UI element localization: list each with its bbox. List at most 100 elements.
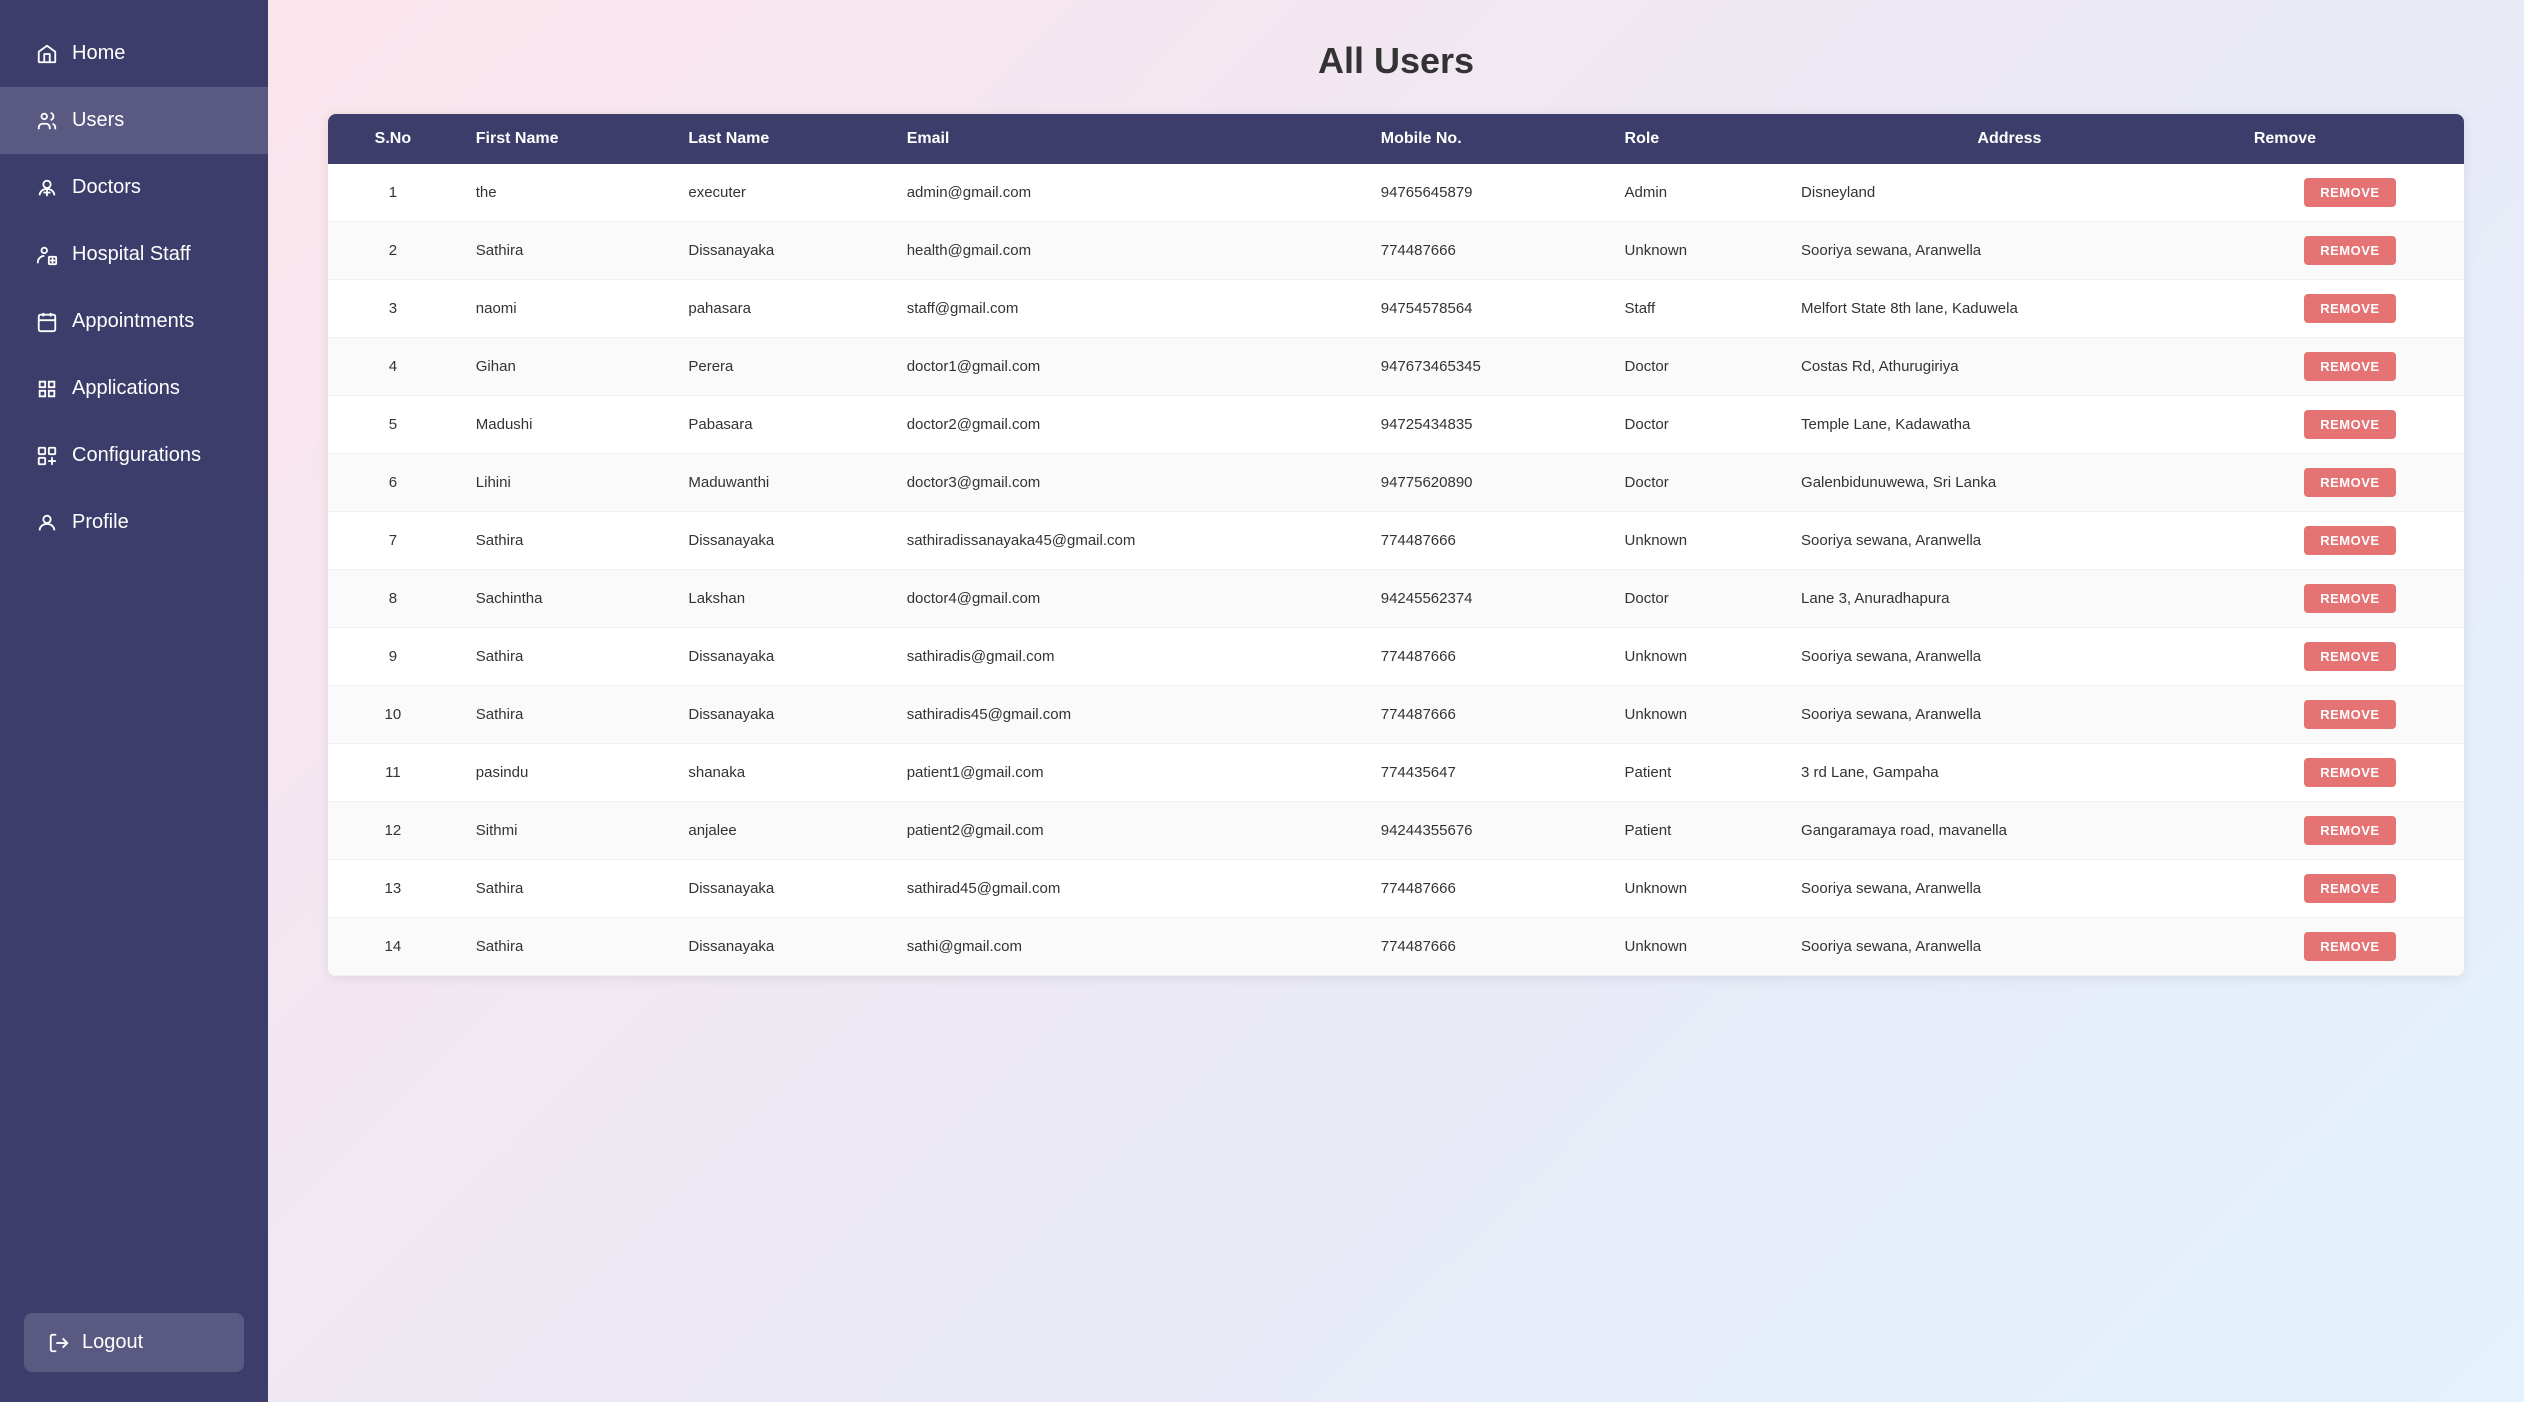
col-lastname: Last Name (670, 114, 888, 164)
cell-remove: REMOVE (2236, 744, 2464, 802)
cell-email: patient1@gmail.com (889, 744, 1363, 802)
table-row: 7 Sathira Dissanayaka sathiradissanayaka… (328, 512, 2464, 570)
col-sno: S.No (328, 114, 458, 164)
remove-button[interactable]: REMOVE (2304, 642, 2395, 671)
col-role: Role (1607, 114, 1784, 164)
remove-button[interactable]: REMOVE (2304, 584, 2395, 613)
cell-firstname: pasindu (458, 744, 671, 802)
col-address: Address (1783, 114, 2236, 164)
hospital-staff-icon (36, 244, 58, 266)
cell-mobile: 94244355676 (1363, 802, 1607, 860)
remove-button[interactable]: REMOVE (2304, 700, 2395, 729)
logout-button[interactable]: Logout (24, 1313, 244, 1372)
table-row: 3 naomi pahasara staff@gmail.com 9475457… (328, 280, 2464, 338)
remove-button[interactable]: REMOVE (2304, 178, 2395, 207)
cell-sno: 9 (328, 628, 458, 686)
cell-remove: REMOVE (2236, 164, 2464, 222)
sidebar-item-applications[interactable]: Applications (0, 355, 268, 422)
cell-mobile: 94245562374 (1363, 570, 1607, 628)
cell-sno: 2 (328, 222, 458, 280)
cell-role: Patient (1607, 802, 1784, 860)
remove-button[interactable]: REMOVE (2304, 816, 2395, 845)
cell-sno: 11 (328, 744, 458, 802)
cell-role: Staff (1607, 280, 1784, 338)
cell-sno: 8 (328, 570, 458, 628)
remove-button[interactable]: REMOVE (2304, 758, 2395, 787)
cell-remove: REMOVE (2236, 512, 2464, 570)
cell-remove: REMOVE (2236, 570, 2464, 628)
cell-mobile: 774435647 (1363, 744, 1607, 802)
profile-icon (36, 512, 58, 534)
cell-role: Admin (1607, 164, 1784, 222)
sidebar: Home Users Doctors Hospital Staff Appoin… (0, 0, 268, 1402)
table-header: S.No First Name Last Name Email Mobile N… (328, 114, 2464, 164)
cell-address: Costas Rd, Athurugiriya (1783, 338, 2236, 396)
sidebar-item-hospital-staff[interactable]: Hospital Staff (0, 221, 268, 288)
page-title: All Users (328, 40, 2464, 82)
sidebar-item-profile-label: Profile (72, 511, 129, 534)
cell-lastname: Dissanayaka (670, 222, 888, 280)
sidebar-item-profile[interactable]: Profile (0, 489, 268, 556)
users-icon (36, 110, 58, 132)
remove-button[interactable]: REMOVE (2304, 526, 2395, 555)
sidebar-item-applications-label: Applications (72, 377, 180, 400)
cell-sno: 6 (328, 454, 458, 512)
cell-role: Unknown (1607, 686, 1784, 744)
cell-email: sathiradis@gmail.com (889, 628, 1363, 686)
cell-role: Doctor (1607, 396, 1784, 454)
cell-address: 3 rd Lane, Gampaha (1783, 744, 2236, 802)
cell-address: Sooriya sewana, Aranwella (1783, 222, 2236, 280)
remove-button[interactable]: REMOVE (2304, 874, 2395, 903)
cell-firstname: Sachintha (458, 570, 671, 628)
cell-firstname: Lihini (458, 454, 671, 512)
sidebar-item-doctors-label: Doctors (72, 176, 141, 199)
table-row: 13 Sathira Dissanayaka sathirad45@gmail.… (328, 860, 2464, 918)
table-body: 1 the executer admin@gmail.com 947656458… (328, 164, 2464, 976)
users-table: S.No First Name Last Name Email Mobile N… (328, 114, 2464, 976)
col-mobile: Mobile No. (1363, 114, 1607, 164)
cell-firstname: Gihan (458, 338, 671, 396)
main-content: All Users S.No First Name Last Name Emai… (268, 0, 2524, 1402)
appointments-icon (36, 311, 58, 333)
sidebar-item-configurations[interactable]: Configurations (0, 422, 268, 489)
remove-button[interactable]: REMOVE (2304, 410, 2395, 439)
cell-lastname: Maduwanthi (670, 454, 888, 512)
cell-sno: 14 (328, 918, 458, 976)
sidebar-item-appointments[interactable]: Appointments (0, 288, 268, 355)
sidebar-item-doctors[interactable]: Doctors (0, 154, 268, 221)
cell-remove: REMOVE (2236, 338, 2464, 396)
sidebar-item-appointments-label: Appointments (72, 310, 194, 333)
cell-lastname: anjalee (670, 802, 888, 860)
cell-remove: REMOVE (2236, 686, 2464, 744)
sidebar-item-configurations-label: Configurations (72, 444, 201, 467)
cell-email: sathiradis45@gmail.com (889, 686, 1363, 744)
remove-button[interactable]: REMOVE (2304, 932, 2395, 961)
cell-mobile: 774487666 (1363, 222, 1607, 280)
cell-role: Doctor (1607, 570, 1784, 628)
cell-sno: 13 (328, 860, 458, 918)
sidebar-item-users[interactable]: Users (0, 87, 268, 154)
cell-role: Unknown (1607, 222, 1784, 280)
cell-email: health@gmail.com (889, 222, 1363, 280)
sidebar-item-home[interactable]: Home (0, 20, 268, 87)
cell-email: sathiradissanayaka45@gmail.com (889, 512, 1363, 570)
logout-icon (48, 1332, 70, 1354)
col-firstname: First Name (458, 114, 671, 164)
cell-firstname: Sathira (458, 918, 671, 976)
cell-firstname: Sathira (458, 860, 671, 918)
cell-mobile: 94725434835 (1363, 396, 1607, 454)
remove-button[interactable]: REMOVE (2304, 294, 2395, 323)
cell-lastname: Perera (670, 338, 888, 396)
remove-button[interactable]: REMOVE (2304, 468, 2395, 497)
remove-button[interactable]: REMOVE (2304, 236, 2395, 265)
cell-email: sathirad45@gmail.com (889, 860, 1363, 918)
cell-lastname: Dissanayaka (670, 512, 888, 570)
cell-email: sathi@gmail.com (889, 918, 1363, 976)
cell-lastname: Lakshan (670, 570, 888, 628)
cell-lastname: Dissanayaka (670, 686, 888, 744)
cell-firstname: Sithmi (458, 802, 671, 860)
cell-firstname: Sathira (458, 686, 671, 744)
remove-button[interactable]: REMOVE (2304, 352, 2395, 381)
cell-email: doctor1@gmail.com (889, 338, 1363, 396)
cell-sno: 7 (328, 512, 458, 570)
